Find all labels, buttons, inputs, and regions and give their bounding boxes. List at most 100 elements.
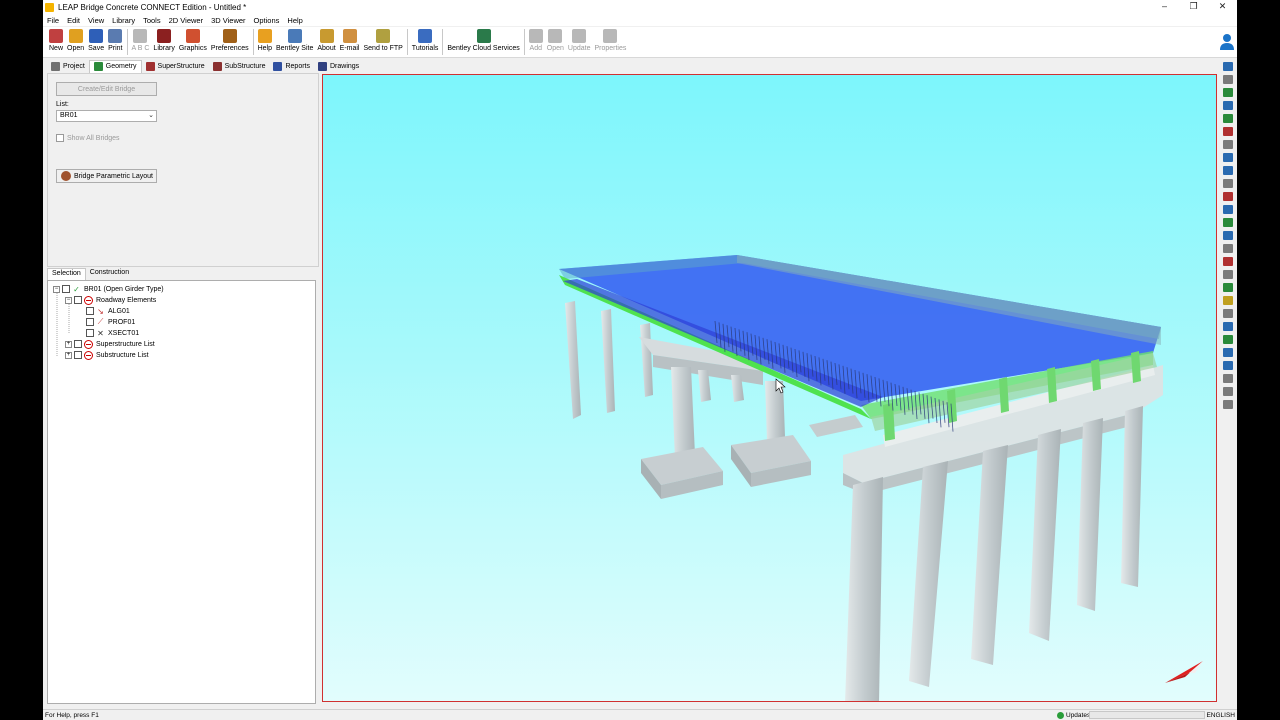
create-edit-bridge-button[interactable]: Create/Edit Bridge <box>56 82 157 96</box>
tree-checkbox[interactable] <box>62 285 70 293</box>
library-button[interactable]: Library <box>151 27 176 57</box>
menu-edit[interactable]: Edit <box>67 16 80 25</box>
collapse-icon[interactable]: − <box>65 296 72 304</box>
tutorials-label: Tutorials <box>411 45 439 52</box>
tree-node-superstructure-list[interactable]: + Superstructure List <box>65 339 155 349</box>
viewer-tool-icon[interactable] <box>1223 114 1233 123</box>
viewer-tool-icon[interactable] <box>1223 140 1233 149</box>
bridge-parametric-layout-button[interactable]: Bridge Parametric Layout <box>56 169 157 183</box>
viewer-tool-icon[interactable] <box>1223 231 1233 240</box>
viewer-tool-icon[interactable] <box>1223 127 1233 136</box>
menu-help[interactable]: Help <box>287 16 302 25</box>
viewer-tool-icon[interactable] <box>1223 322 1233 331</box>
viewer-tool-icon[interactable] <box>1223 257 1233 266</box>
project-icon <box>51 61 60 71</box>
a-b-c-label: A B C <box>131 45 150 52</box>
preferences-button[interactable]: Preferences <box>209 27 251 57</box>
viewer-tool-icon[interactable] <box>1223 335 1233 344</box>
viewer-tool-icon[interactable] <box>1223 309 1233 318</box>
viewer-tool-icon[interactable] <box>1223 101 1233 110</box>
minimize-button[interactable]: – <box>1150 0 1179 14</box>
print-button[interactable]: Print <box>106 27 124 57</box>
viewer-tool-icon[interactable] <box>1223 374 1233 383</box>
updates-indicator[interactable]: Updates <box>1057 711 1090 719</box>
e-mail-button[interactable]: E-mail <box>338 27 362 57</box>
menu-view[interactable]: View <box>88 16 104 25</box>
show-all-bridges-checkbox[interactable]: Show All Bridges <box>56 134 120 142</box>
viewer-tool-icon[interactable] <box>1223 218 1233 227</box>
viewer-tool-icon[interactable] <box>1223 192 1233 201</box>
expand-icon[interactable]: + <box>65 351 72 359</box>
collapse-icon[interactable]: − <box>53 285 60 293</box>
geometry-panel: Create/Edit Bridge List: BR01 ⌄ Show All… <box>47 73 319 267</box>
add-button[interactable]: Add <box>527 27 545 57</box>
expand-icon[interactable]: + <box>65 340 72 348</box>
viewer-tool-icon[interactable] <box>1223 88 1233 97</box>
viewer-tool-icon[interactable] <box>1223 283 1233 292</box>
tree-node-bridge[interactable]: − ✓ BR01 (Open Girder Type) <box>53 284 164 294</box>
menu-3d-viewer[interactable]: 3D Viewer <box>211 16 245 25</box>
open-button[interactable]: Open <box>65 27 86 57</box>
tab-reports[interactable]: Reports <box>269 60 314 73</box>
viewer-tool-icon[interactable] <box>1223 361 1233 370</box>
tree-node-profile[interactable]: ⟋ PROF01 <box>86 317 135 327</box>
cloud-services-icon <box>476 29 491 43</box>
tab-geometry[interactable]: Geometry <box>88 59 142 73</box>
open-label: Open <box>67 45 85 52</box>
email-icon <box>342 29 357 43</box>
viewer-tool-icon[interactable] <box>1223 75 1233 84</box>
help-button[interactable]: Help <box>256 27 274 57</box>
viewer-tool-icon[interactable] <box>1223 62 1233 71</box>
menu-library[interactable]: Library <box>112 16 135 25</box>
new-button[interactable]: New <box>47 27 65 57</box>
bridge-list-dropdown[interactable]: BR01 ⌄ <box>56 110 157 122</box>
restore-button[interactable]: ❐ <box>1179 0 1208 14</box>
tab-construction[interactable]: Construction <box>86 268 133 280</box>
menu-file[interactable]: File <box>47 16 59 25</box>
menu-options[interactable]: Options <box>254 16 280 25</box>
tree-checkbox[interactable] <box>86 318 94 326</box>
a-b-c-button[interactable]: A B C <box>130 27 152 57</box>
viewer-tool-icon[interactable] <box>1223 270 1233 279</box>
bentley-site-button[interactable]: Bentley Site <box>274 27 315 57</box>
tutorials-button[interactable]: Tutorials <box>410 27 441 57</box>
tree-checkbox[interactable] <box>86 329 94 337</box>
bentley-cloud-services-button[interactable]: Bentley Cloud Services <box>445 27 521 57</box>
3d-viewport[interactable] <box>322 74 1217 702</box>
save-button[interactable]: Save <box>86 27 106 57</box>
user-account-icon[interactable] <box>1219 33 1235 51</box>
open-button[interactable]: Open <box>545 27 566 57</box>
viewer-tool-icon[interactable] <box>1223 205 1233 214</box>
tab-selection[interactable]: Selection <box>47 268 86 280</box>
graphics-button[interactable]: Graphics <box>177 27 209 57</box>
tab-superstructure[interactable]: SuperStructure <box>142 60 209 73</box>
tab-label: SubStructure <box>224 62 266 70</box>
tree-checkbox[interactable] <box>86 307 94 315</box>
tree-checkbox[interactable] <box>74 296 82 304</box>
viewer-tool-icon[interactable] <box>1223 153 1233 162</box>
tab-substructure[interactable]: SubStructure <box>209 60 270 73</box>
viewer-tool-icon[interactable] <box>1223 166 1233 175</box>
update-button[interactable]: Update <box>566 27 593 57</box>
menu-2d-viewer[interactable]: 2D Viewer <box>169 16 203 25</box>
tree-node-substructure-list[interactable]: + Substructure List <box>65 350 149 360</box>
close-button[interactable]: ✕ <box>1208 0 1237 14</box>
send-to-ftp-button[interactable]: Send to FTP <box>362 27 405 57</box>
about-button[interactable]: About <box>315 27 337 57</box>
tree-checkbox[interactable] <box>74 340 82 348</box>
viewer-tool-icon[interactable] <box>1223 244 1233 253</box>
tree-node-xsection[interactable]: ✕ XSECT01 <box>86 328 139 338</box>
viewer-tool-icon[interactable] <box>1223 296 1233 305</box>
tab-drawings[interactable]: Drawings <box>314 60 363 73</box>
tree-checkbox[interactable] <box>74 351 82 359</box>
tab-project[interactable]: Project <box>47 60 89 73</box>
viewer-tool-icon[interactable] <box>1223 387 1233 396</box>
properties-button[interactable]: Properties <box>592 27 628 57</box>
viewer-tool-icon[interactable] <box>1223 179 1233 188</box>
tree-node-roadway-elements[interactable]: − Roadway Elements <box>65 295 156 305</box>
viewer-tool-icon[interactable] <box>1223 400 1233 409</box>
tree-node-alignment[interactable]: ↘ ALG01 <box>86 306 130 316</box>
menu-tools[interactable]: Tools <box>143 16 161 25</box>
bridge-tree: − ✓ BR01 (Open Girder Type) − Roadway El… <box>47 280 316 704</box>
viewer-tool-icon[interactable] <box>1223 348 1233 357</box>
